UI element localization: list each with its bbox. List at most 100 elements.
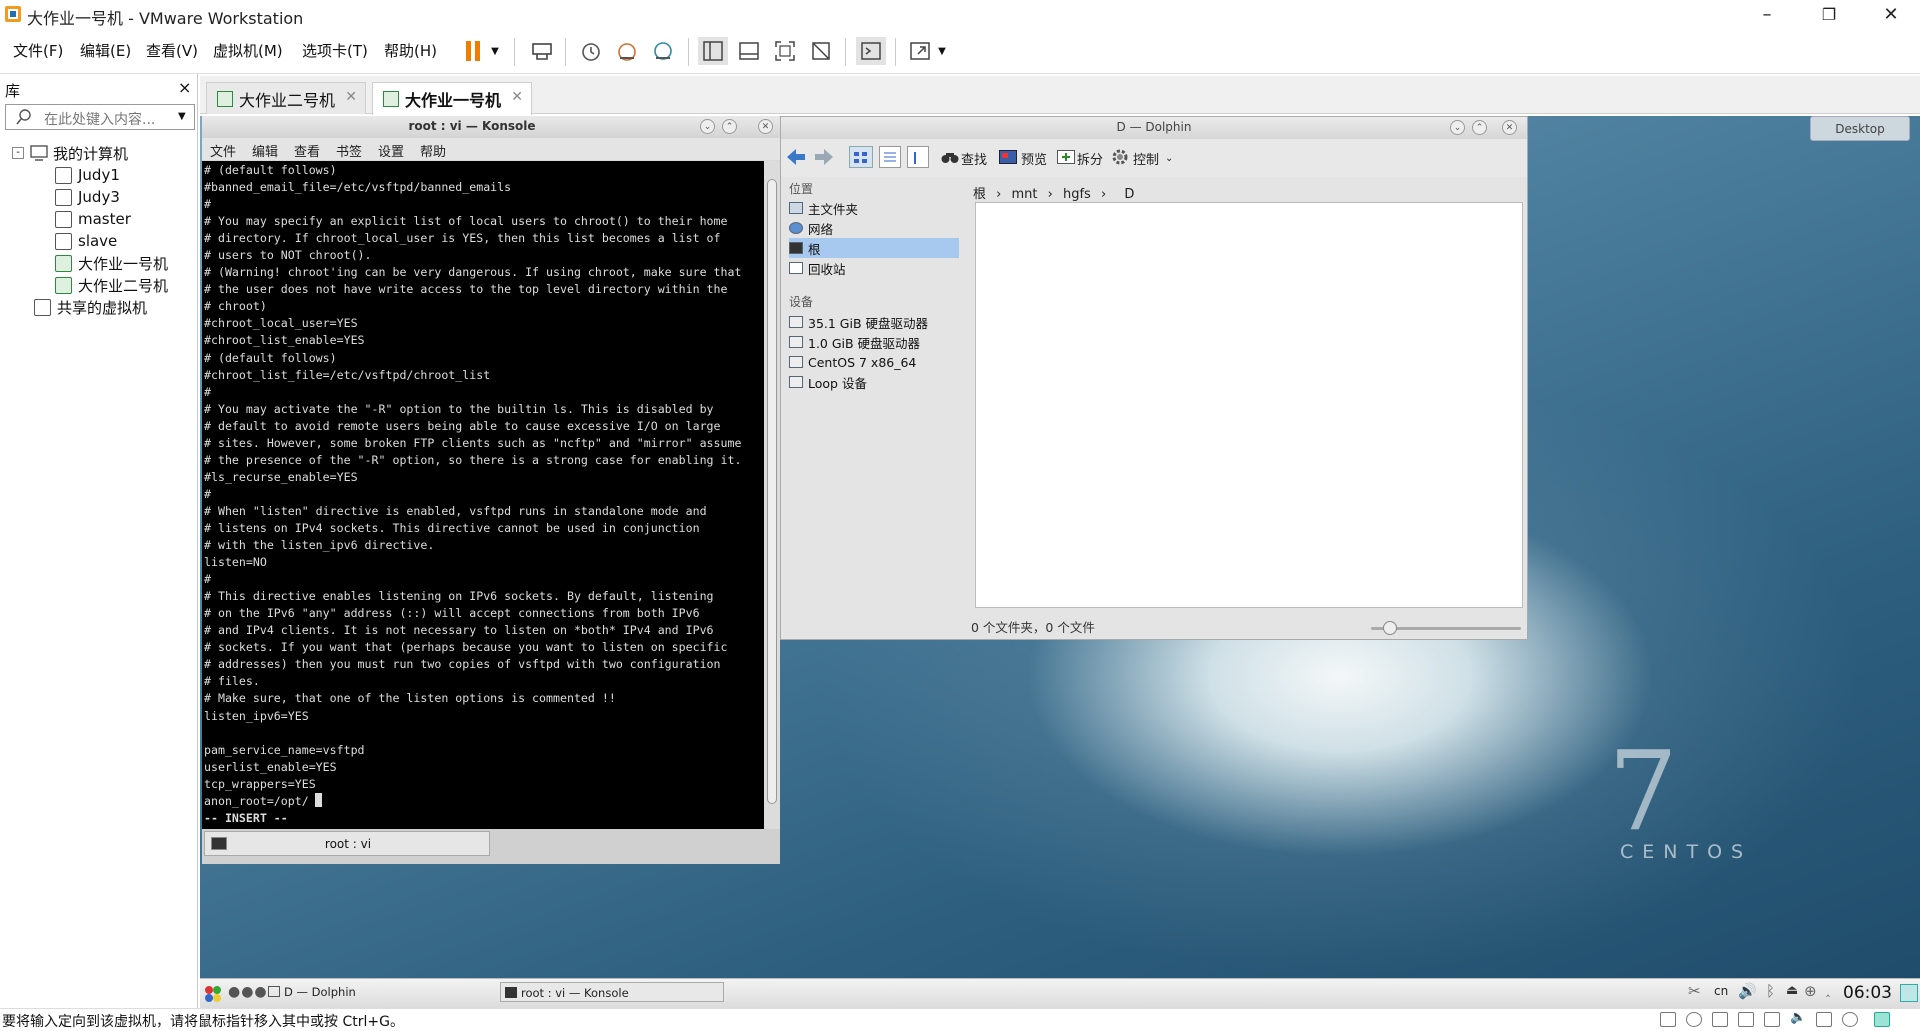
revert-snapshot-button[interactable] <box>612 37 642 65</box>
konsole-menu-settings[interactable]: 设置 <box>378 141 404 160</box>
sound-status-icon[interactable]: 🔈 <box>1790 1010 1806 1025</box>
menu-help[interactable]: 帮助(H) <box>384 40 437 61</box>
snapshot-button[interactable] <box>576 37 606 65</box>
back-arrow-icon[interactable] <box>785 147 807 167</box>
maximize-icon[interactable]: ⌃ <box>722 119 737 134</box>
close-tab-icon[interactable]: ✕ <box>511 89 523 105</box>
terminal-area[interactable]: # (default follows) #banned_email_file=/e… <box>202 161 764 829</box>
send-ctrl-alt-del-button[interactable] <box>527 37 557 65</box>
zoom-slider-handle[interactable] <box>1383 621 1397 635</box>
settings-status-icon[interactable] <box>1842 1012 1858 1027</box>
tree-vm-judy1[interactable]: Judy1 <box>55 164 120 186</box>
place-home[interactable]: 主文件夹 <box>789 198 959 218</box>
pause-button[interactable] <box>459 37 489 65</box>
tree-vm-project-2[interactable]: 大作业二号机 <box>55 274 168 296</box>
find-button[interactable]: 查找 <box>961 149 987 168</box>
breadcrumb-mnt[interactable]: mnt <box>1012 187 1038 202</box>
menu-vm[interactable]: 虚拟机(M) <box>213 40 283 61</box>
preview-button[interactable]: 预览 <box>1021 149 1047 168</box>
printer-status-icon[interactable] <box>1764 1012 1780 1027</box>
desktop-toolbox-button[interactable]: Desktop <box>1810 116 1910 141</box>
device-loop[interactable]: Loop 设备 <box>789 372 959 392</box>
network-adapter-status-icon[interactable] <box>1712 1012 1728 1027</box>
console-view-button[interactable] <box>856 37 886 65</box>
bluetooth-icon[interactable]: ᛒ <box>1766 982 1775 1000</box>
device-cdrom[interactable]: CentOS 7 x86_64 <box>789 352 959 372</box>
stretch-dropdown[interactable]: ▼ <box>933 37 951 65</box>
breadcrumb-d[interactable]: D <box>1124 187 1134 202</box>
device-disk-1[interactable]: 35.1 GiB 硬盘驱动器 <box>789 312 959 332</box>
application-launcher-icon[interactable] <box>204 985 222 1003</box>
minimize-button[interactable]: – <box>1744 0 1790 28</box>
tab-vm-project-1[interactable]: 大作业一号机 ✕ <box>372 82 532 115</box>
virtual-desktops-icon[interactable]: ●●● <box>228 984 268 1000</box>
display-status-icon[interactable] <box>1816 1012 1832 1027</box>
scrollbar-thumb[interactable] <box>767 179 777 804</box>
unity-button[interactable] <box>806 37 836 65</box>
minimize-icon[interactable]: ⌄ <box>700 119 715 134</box>
konsole-menu-help[interactable]: 帮助 <box>420 141 446 160</box>
maximize-icon[interactable]: ⌃ <box>1472 120 1487 135</box>
show-library-button[interactable] <box>698 37 728 65</box>
konsole-session-tab[interactable]: root : vi <box>204 831 490 856</box>
place-trash[interactable]: 回收站 <box>789 258 959 278</box>
show-thumbnail-bar-button[interactable] <box>734 37 764 65</box>
control-menu-button[interactable]: 控制 <box>1133 149 1159 168</box>
message-log-icon[interactable] <box>1874 1012 1890 1027</box>
network-icon[interactable]: ⊕ <box>1804 982 1817 1000</box>
icons-view-icon[interactable] <box>849 146 873 168</box>
task-konsole[interactable]: root : vi — Konsole <box>500 982 724 1002</box>
hard-disk-status-icon[interactable] <box>1660 1012 1676 1027</box>
tree-vm-judy3[interactable]: Judy3 <box>55 186 120 208</box>
close-icon[interactable]: ✕ <box>758 119 773 134</box>
close-tab-icon[interactable]: ✕ <box>345 89 357 105</box>
cd-dvd-status-icon[interactable] <box>1686 1012 1702 1027</box>
tree-my-computer[interactable]: - 我的计算机 <box>12 142 128 164</box>
volume-icon[interactable]: 🔊 <box>1738 982 1757 1000</box>
konsole-menu-bookmarks[interactable]: 书签 <box>336 141 362 160</box>
device-disk-2[interactable]: 1.0 GiB 硬盘驱动器 <box>789 332 959 352</box>
konsole-menu-file[interactable]: 文件 <box>210 141 236 160</box>
split-button[interactable]: 拆分 <box>1077 149 1103 168</box>
konsole-menu-view[interactable]: 查看 <box>294 141 320 160</box>
tree-vm-project-1[interactable]: 大作业一号机 <box>55 252 168 274</box>
power-dropdown[interactable]: ▼ <box>486 37 504 65</box>
menu-file[interactable]: 文件(F) <box>13 40 63 61</box>
library-close-button[interactable]: × <box>178 78 191 97</box>
breadcrumb-hgfs[interactable]: hgfs <box>1063 187 1091 202</box>
place-root[interactable]: 根 <box>789 238 959 258</box>
stretch-guest-button[interactable] <box>905 37 935 65</box>
place-network[interactable]: 网络 <box>789 218 959 238</box>
collapse-icon[interactable]: - <box>12 147 24 159</box>
menu-edit[interactable]: 编辑(E) <box>80 40 131 61</box>
tree-vm-slave[interactable]: slave <box>55 230 117 252</box>
chevron-down-icon[interactable]: ⌄ <box>1165 153 1173 164</box>
menu-view[interactable]: 查看(V) <box>146 40 198 61</box>
terminal-scrollbar[interactable] <box>764 161 780 829</box>
tree-vm-master[interactable]: master <box>55 208 131 230</box>
close-icon[interactable]: ✕ <box>1502 120 1517 135</box>
fullscreen-button[interactable] <box>770 37 800 65</box>
menu-tabs[interactable]: 选项卡(T) <box>302 40 368 61</box>
forward-arrow-icon[interactable] <box>813 147 835 167</box>
file-view-area[interactable] <box>975 202 1523 608</box>
library-search-input[interactable]: 在此处键入内容... ▼ <box>5 104 195 130</box>
tree-shared-vms[interactable]: 共享的虚拟机 <box>34 296 147 318</box>
tab-vm-project-2[interactable]: 大作业二号机 ✕ <box>206 82 366 114</box>
clipboard-icon[interactable]: ✂ <box>1688 982 1701 1000</box>
snapshot-manager-button[interactable] <box>648 37 678 65</box>
details-view-icon[interactable] <box>907 146 929 168</box>
tray-expand-icon[interactable]: ‸ <box>1826 983 1830 997</box>
close-window-button[interactable]: ✕ <box>1868 0 1914 28</box>
guest-clock[interactable]: 06:03 <box>1843 983 1892 1003</box>
notification-icon[interactable]: ⏏ <box>1786 983 1798 998</box>
chevron-down-icon[interactable]: ▼ <box>178 111 186 122</box>
restore-button[interactable]: ❐ <box>1806 0 1852 28</box>
vm-console-screen[interactable]: 7 CENTOS Desktop root : vi — Konsole ⌄ ⌃… <box>200 116 1920 1008</box>
minimize-icon[interactable]: ⌄ <box>1450 120 1465 135</box>
konsole-menu-edit[interactable]: 编辑 <box>252 141 278 160</box>
compact-view-icon[interactable] <box>879 146 901 168</box>
usb-status-icon[interactable] <box>1738 1012 1754 1027</box>
show-desktop-icon[interactable] <box>1900 984 1918 1002</box>
task-dolphin[interactable]: D — Dolphin <box>268 985 490 999</box>
